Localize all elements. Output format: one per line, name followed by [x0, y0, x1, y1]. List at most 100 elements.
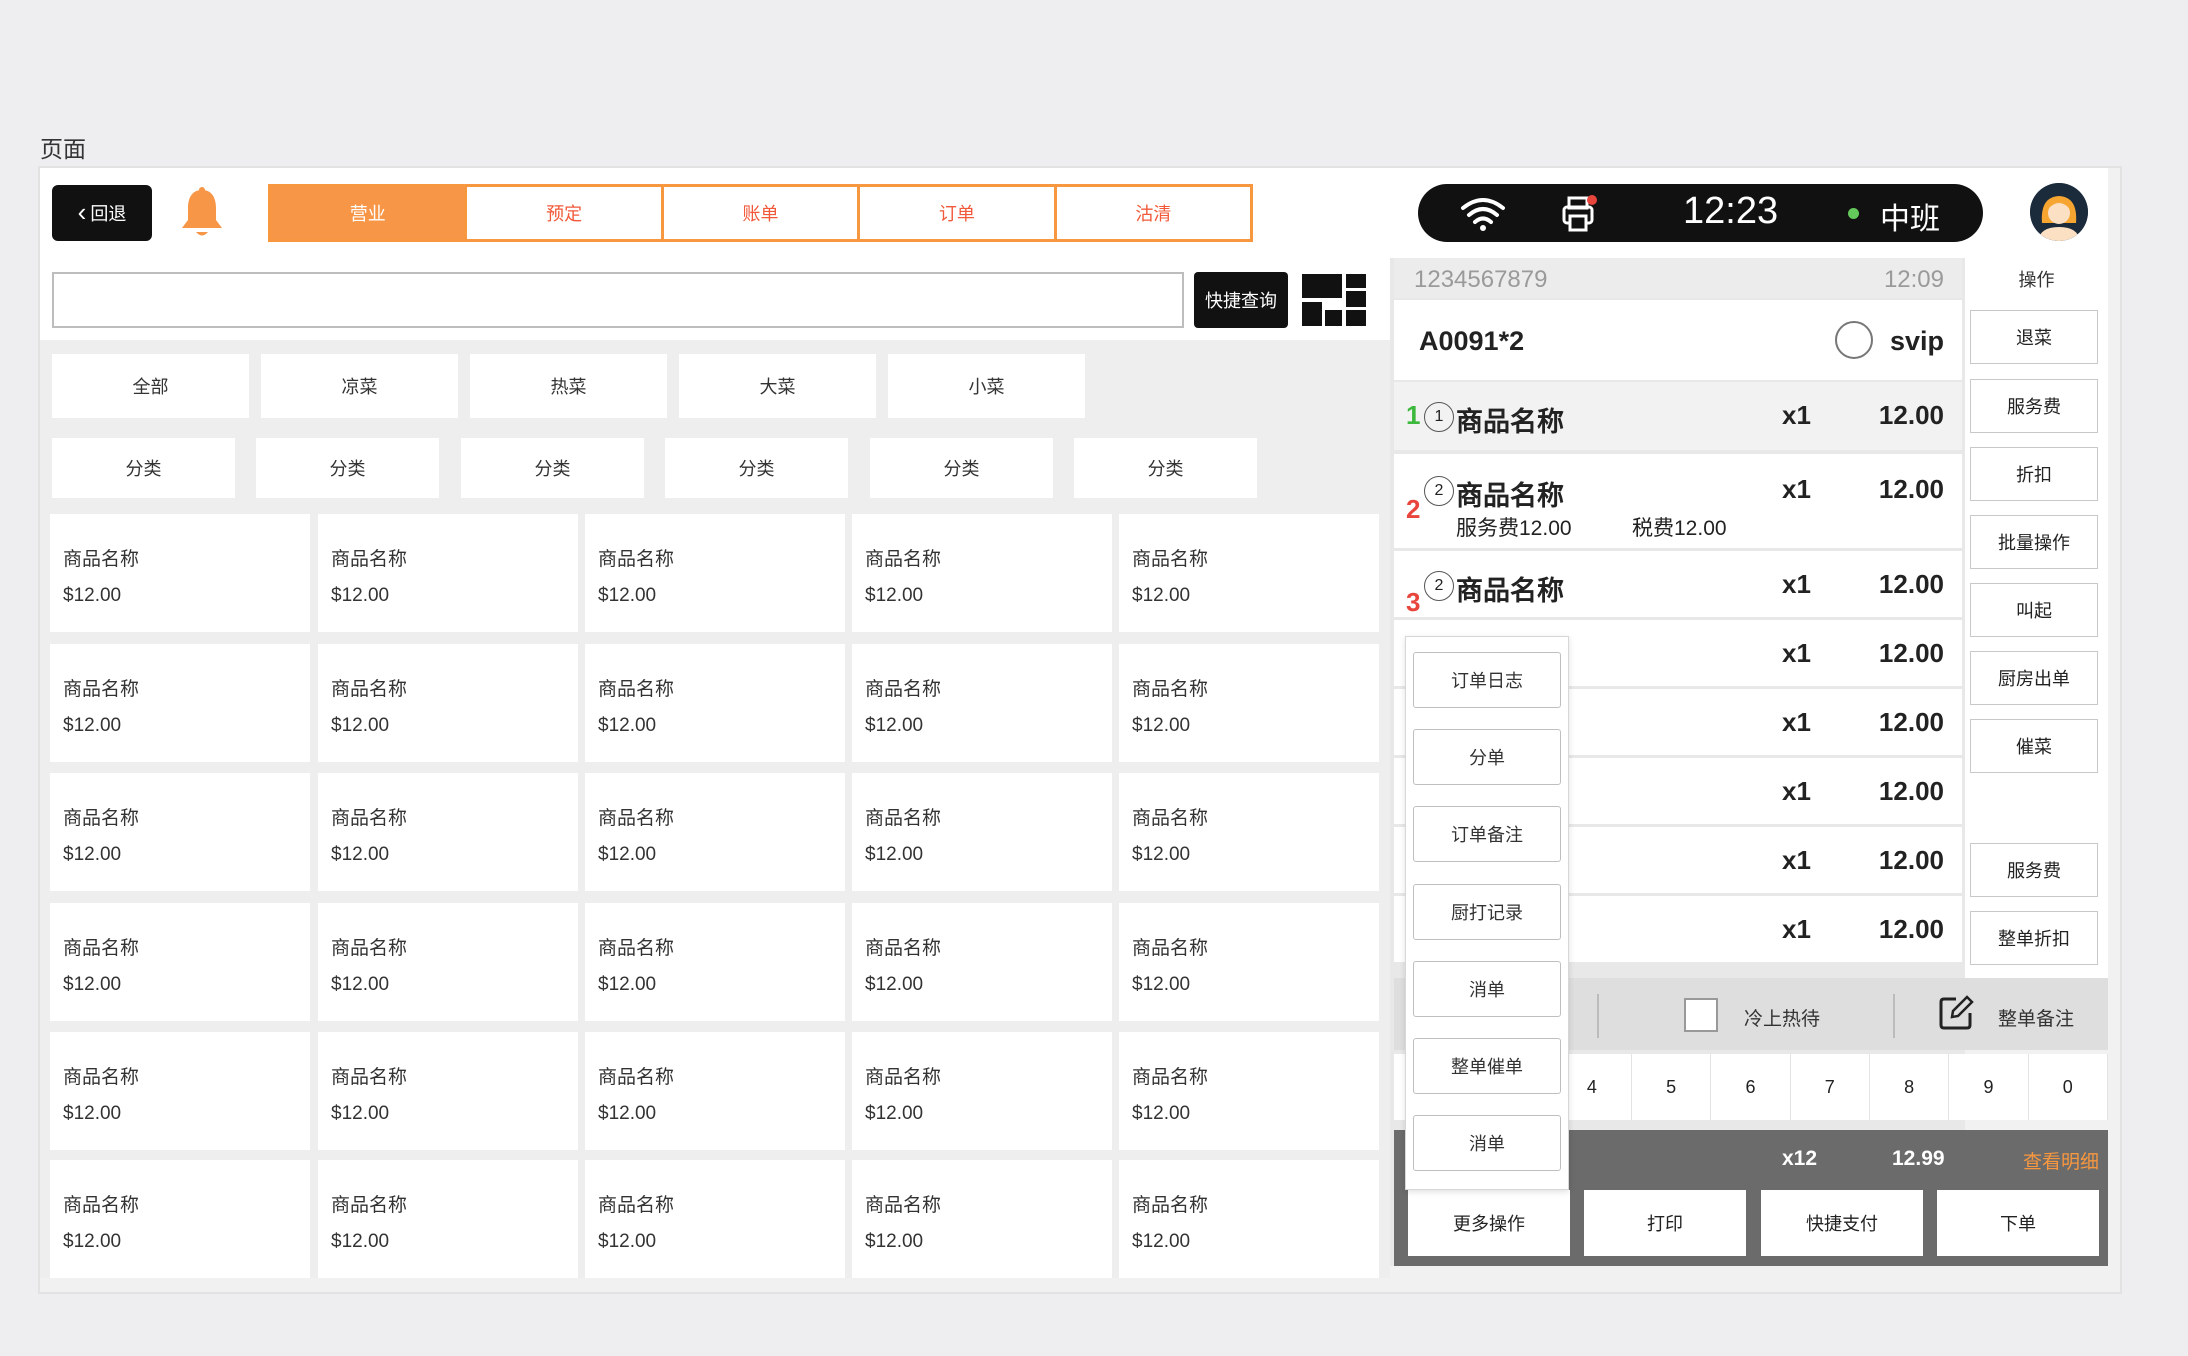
product-card[interactable]: 商品名称 $12.00: [1119, 773, 1379, 891]
product-card[interactable]: 商品名称 $12.00: [852, 644, 1112, 762]
bell-icon[interactable]: [178, 186, 226, 240]
category-button[interactable]: 大菜: [679, 354, 876, 418]
product-price: $12.00: [63, 715, 122, 736]
operation-button[interactable]: 折扣: [1970, 447, 2098, 501]
category-button[interactable]: 凉菜: [261, 354, 458, 418]
order-item-row[interactable]: 2 2 商品名称 x1 12.00 服务费12.00 税费12.00: [1394, 454, 1962, 548]
product-card[interactable]: 商品名称 $12.00: [585, 1160, 845, 1278]
product-card[interactable]: 商品名称 $12.00: [50, 1160, 310, 1278]
product-card[interactable]: 商品名称 $12.00: [585, 644, 845, 762]
tab-reservation[interactable]: 预定: [467, 187, 664, 239]
number-key[interactable]: 8: [1870, 1054, 1950, 1120]
product-card[interactable]: 商品名称 $12.00: [852, 903, 1112, 1021]
product-card[interactable]: 商品名称 $12.00: [318, 903, 578, 1021]
product-card[interactable]: 商品名称 $12.00: [1119, 514, 1379, 632]
subcategory-button[interactable]: 分类: [1074, 438, 1257, 498]
more-menu-item[interactable]: 订单备注: [1413, 806, 1561, 862]
number-key[interactable]: 9: [1949, 1054, 2029, 1120]
user-avatar[interactable]: [2030, 183, 2088, 241]
number-key[interactable]: 0: [2029, 1054, 2108, 1120]
online-indicator: [1848, 208, 1859, 219]
place-order-button[interactable]: 下单: [1937, 1190, 2099, 1256]
quick-search-button[interactable]: 快捷查询: [1194, 272, 1288, 328]
table-info: A0091*2 svip: [1394, 300, 1962, 380]
operation-button[interactable]: 催菜: [1970, 719, 2098, 773]
operation-button[interactable]: 服务费: [1970, 379, 2098, 433]
category-button[interactable]: 全部: [52, 354, 249, 418]
subcategory-button[interactable]: 分类: [461, 438, 644, 498]
product-card[interactable]: 商品名称 $12.00: [50, 644, 310, 762]
more-actions-button[interactable]: 更多操作: [1408, 1190, 1570, 1256]
more-menu-item[interactable]: 分单: [1413, 729, 1561, 785]
product-card[interactable]: 商品名称 $12.00: [852, 514, 1112, 632]
category-button[interactable]: 小菜: [888, 354, 1085, 418]
cold-hot-checkbox[interactable]: [1684, 998, 1718, 1032]
product-card[interactable]: 商品名称 $12.00: [50, 514, 310, 632]
product-name: 商品名称: [63, 1067, 140, 1088]
number-key[interactable]: 7: [1791, 1054, 1870, 1120]
operation-button[interactable]: 退菜: [1970, 310, 2098, 364]
item-amount: 12.00: [1878, 638, 1944, 668]
product-card[interactable]: 商品名称 $12.00: [318, 514, 578, 632]
product-card[interactable]: 商品名称 $12.00: [852, 773, 1112, 891]
operation-button[interactable]: 批量操作: [1970, 515, 2098, 569]
edit-note-icon[interactable]: [1938, 995, 1974, 1031]
product-card[interactable]: 商品名称 $12.00: [852, 1032, 1112, 1150]
product-card[interactable]: 商品名称 $12.00: [50, 773, 310, 891]
operation-button[interactable]: 叫起: [1970, 583, 2098, 637]
more-menu-item[interactable]: 消单: [1413, 1115, 1561, 1171]
tab-business[interactable]: 营业: [271, 187, 468, 239]
tab-soldout[interactable]: 沽清: [1057, 187, 1250, 239]
product-card[interactable]: 商品名称 $12.00: [585, 773, 845, 891]
more-menu-item[interactable]: 消单: [1413, 961, 1561, 1017]
print-button[interactable]: 打印: [1584, 1190, 1746, 1256]
subcategory-button[interactable]: 分类: [870, 438, 1053, 498]
operation-button[interactable]: 整单折扣: [1970, 911, 2098, 965]
subcategory-button[interactable]: 分类: [52, 438, 235, 498]
category-button[interactable]: 热菜: [470, 354, 667, 418]
more-menu-item[interactable]: 订单日志: [1413, 652, 1561, 708]
order-note-label[interactable]: 整单备注: [1998, 1004, 2074, 1031]
product-card[interactable]: 商品名称 $12.00: [852, 1160, 1112, 1278]
product-card[interactable]: 商品名称 $12.00: [585, 903, 845, 1021]
product-card[interactable]: 商品名称 $12.00: [585, 514, 845, 632]
product-card[interactable]: 商品名称 $12.00: [318, 773, 578, 891]
product-card[interactable]: 商品名称 $12.00: [318, 644, 578, 762]
product-name: 商品名称: [598, 1067, 675, 1088]
product-card[interactable]: 商品名称 $12.00: [50, 1032, 310, 1150]
order-item-row[interactable]: 3 2 商品名称 x1 12.00: [1394, 551, 1962, 617]
quick-pay-button[interactable]: 快捷支付: [1761, 1190, 1923, 1256]
number-key[interactable]: 5: [1632, 1054, 1712, 1120]
view-detail-link[interactable]: 查看明细: [2023, 1147, 2099, 1174]
back-button[interactable]: ‹ 回退: [52, 185, 152, 241]
more-menu-item[interactable]: 厨打记录: [1413, 884, 1561, 940]
product-card[interactable]: 商品名称 $12.00: [1119, 644, 1379, 762]
product-name: 商品名称: [1132, 938, 1209, 959]
subcategory-button[interactable]: 分类: [256, 438, 439, 498]
svip-radio[interactable]: [1835, 321, 1873, 359]
product-card[interactable]: 商品名称 $12.00: [1119, 1160, 1379, 1278]
product-price: $12.00: [331, 974, 390, 995]
product-card[interactable]: 商品名称 $12.00: [318, 1032, 578, 1150]
operation-button[interactable]: 服务费: [1970, 843, 2098, 897]
product-card[interactable]: 商品名称 $12.00: [1119, 1032, 1379, 1150]
product-card[interactable]: 商品名称 $12.00: [50, 903, 310, 1021]
product-card[interactable]: 商品名称 $12.00: [1119, 903, 1379, 1021]
product-card[interactable]: 商品名称 $12.00: [318, 1160, 578, 1278]
product-card[interactable]: 商品名称 $12.00: [585, 1032, 845, 1150]
number-key[interactable]: 6: [1711, 1054, 1791, 1120]
layout-toggle-icon[interactable]: [1300, 272, 1368, 328]
printer-icon[interactable]: [1561, 194, 1601, 234]
search-input[interactable]: [52, 272, 1184, 328]
operation-button[interactable]: 厨房出单: [1970, 651, 2098, 705]
product-price: $12.00: [865, 1103, 924, 1124]
tab-bills[interactable]: 账单: [664, 187, 861, 239]
product-price: $12.00: [63, 585, 122, 606]
subcategory-button[interactable]: 分类: [665, 438, 848, 498]
total-qty: x12: [1782, 1147, 1818, 1170]
cold-hot-label: 冷上热待: [1744, 1009, 1821, 1030]
more-menu-item[interactable]: 整单催单: [1413, 1038, 1561, 1094]
tab-orders[interactable]: 订单: [860, 187, 1057, 239]
product-price: $12.00: [331, 844, 390, 865]
order-item-row[interactable]: 1 1 商品名称 x1 12.00: [1394, 382, 1962, 450]
